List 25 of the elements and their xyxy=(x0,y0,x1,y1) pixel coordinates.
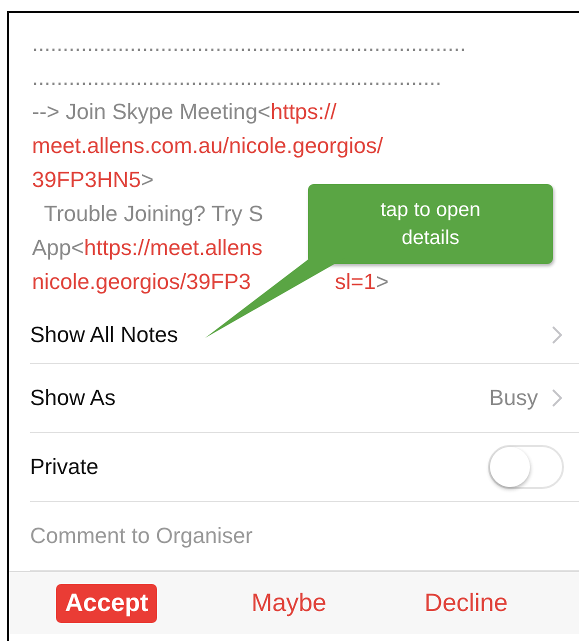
row-value[interactable]: Busy xyxy=(489,385,538,411)
row-label: Show As xyxy=(30,385,117,411)
row-label: Private xyxy=(30,454,100,480)
chevron-icon xyxy=(552,326,562,344)
note-text: ....................................................................... xyxy=(32,31,466,56)
note-text: Trouble Joining? Try S xyxy=(42,201,264,226)
response-button[interactable]: Maybe xyxy=(242,584,336,622)
note-text: --> Join Skype Meeting< xyxy=(32,99,270,124)
note-text: > xyxy=(376,269,389,294)
note-text: App< xyxy=(32,235,84,260)
chevron-icon xyxy=(552,389,562,407)
note-text: > xyxy=(140,167,154,192)
link-text[interactable]: https:// xyxy=(270,99,337,124)
callout: tap to open details xyxy=(308,184,553,264)
link-text[interactable]: sl=1 xyxy=(334,269,376,294)
response-button[interactable]: Decline xyxy=(415,584,517,622)
link-text[interactable]: meet.allens.com.au/nicole.georgios/ xyxy=(32,133,383,158)
note-text: ................................................................... xyxy=(32,65,442,90)
toggle-switch[interactable] xyxy=(488,445,564,489)
response-button[interactable]: Accept xyxy=(56,584,158,622)
row-label[interactable]: Show All Notes xyxy=(30,322,552,348)
link-text[interactable]: 39FP3HN5 xyxy=(32,167,141,192)
comment-field[interactable]: Comment to Organiser xyxy=(30,523,562,549)
link-text[interactable]: https://meet.allens xyxy=(84,235,263,260)
link-text[interactable]: nicole.georgios/39FP3 xyxy=(32,269,251,294)
